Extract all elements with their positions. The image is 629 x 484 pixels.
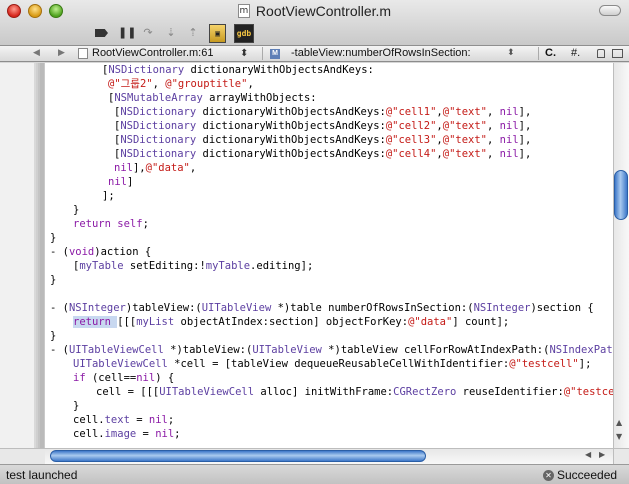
code-line-text[interactable]: return [[[myList objectAtIndex:section] …: [73, 315, 509, 329]
status-bar: test launched ✕ Succeeded: [0, 464, 629, 484]
build-result[interactable]: Succeeded: [557, 468, 617, 482]
code-line-text[interactable]: cell.text = nil;: [73, 413, 174, 427]
code-line-text[interactable]: }: [73, 399, 79, 413]
symbol-popup[interactable]: -tableView:numberOfRowsInSection:: [291, 46, 471, 61]
file-popup-arrows-icon[interactable]: ⬍: [240, 46, 248, 61]
code-line-text[interactable]: [NSDictionary dictionaryWithObjectsAndKe…: [114, 119, 531, 133]
window-title-area: m RootViewController.m: [0, 2, 629, 20]
code-line-text[interactable]: - (UITableViewCell *)tableView:(UITableV…: [50, 343, 613, 357]
code-editor[interactable]: [NSDictionary dictionaryWithObjectsAndKe…: [45, 63, 613, 448]
step-into-icon[interactable]: ⇡: [186, 24, 200, 42]
code-line-text[interactable]: nil]: [108, 175, 133, 189]
window-title: RootViewController.m: [255, 2, 392, 19]
code-line-text[interactable]: return self;: [73, 217, 149, 231]
code-line-text[interactable]: nil],@"data",: [114, 161, 196, 175]
toolbar-toggle-button[interactable]: [599, 5, 621, 16]
lock-icon[interactable]: [597, 49, 605, 58]
code-line-text[interactable]: [NSDictionary dictionaryWithObjectsAndKe…: [114, 133, 531, 147]
breakpoints-icon[interactable]: [93, 24, 109, 42]
symbol-popup-arrows-icon[interactable]: ⬍: [507, 46, 515, 61]
code-line-text[interactable]: cell = [[[UITableViewCell alloc] initWit…: [96, 385, 613, 399]
code-line-text[interactable]: - (void)action {: [50, 245, 151, 259]
debugger-activity-icon[interactable]: ▣: [209, 24, 226, 43]
bookmarks-menu[interactable]: #.: [571, 46, 580, 61]
code-line-text[interactable]: }: [50, 231, 56, 245]
vertical-scroll-thumb[interactable]: [614, 170, 628, 220]
scroll-corner: [613, 448, 629, 464]
xcode-window: m RootViewController.m ❚❚ ↷ ⇣ ⇡ ▣ gdb ◀ ▶…: [0, 0, 629, 484]
code-line-text[interactable]: [NSDictionary dictionaryWithObjectsAndKe…: [114, 105, 531, 119]
code-line-text[interactable]: if (cell==nil) {: [73, 371, 174, 385]
history-back-icon[interactable]: ◀: [33, 46, 40, 61]
includes-menu[interactable]: C.: [545, 46, 556, 61]
document-icon: m: [237, 3, 250, 18]
method-badge-icon: M: [270, 49, 280, 59]
horizontal-scroll-thumb[interactable]: [50, 450, 426, 462]
gutter-corner: [0, 448, 45, 464]
code-line-text[interactable]: UITableViewCell *cell = [tableView deque…: [73, 357, 591, 371]
file-icon: [78, 48, 88, 59]
code-line-text[interactable]: @"그룹2", @"grouptitle",: [108, 77, 254, 91]
file-popup[interactable]: RootViewController.m:61: [92, 46, 213, 61]
code-folding-ribbon[interactable]: [34, 63, 44, 448]
build-status-icon[interactable]: ✕: [543, 470, 554, 481]
status-message: test launched: [6, 468, 78, 482]
code-line-text[interactable]: cell.image = nil;: [73, 427, 180, 441]
code-line-text[interactable]: }: [50, 273, 56, 287]
history-forward-icon[interactable]: ▶: [58, 46, 65, 61]
code-line-text[interactable]: ];: [102, 189, 115, 203]
split-editor-icon[interactable]: [612, 49, 623, 58]
title-bar: m RootViewController.m ❚❚ ↷ ⇣ ⇡ ▣ gdb: [0, 0, 629, 46]
vertical-scrollbar[interactable]: [613, 63, 629, 448]
code-line-text[interactable]: [NSDictionary dictionaryWithObjectsAndKe…: [102, 63, 374, 77]
scroll-left-icon[interactable]: ◀: [585, 450, 591, 459]
code-line-text[interactable]: }: [50, 329, 56, 343]
code-line-text[interactable]: [NSMutableArray arrayWithObjects:: [108, 91, 317, 105]
code-line-text[interactable]: [NSDictionary dictionaryWithObjectsAndKe…: [114, 147, 531, 161]
scroll-right-icon[interactable]: ▶: [599, 450, 605, 459]
continue-icon[interactable]: ↷: [140, 24, 156, 42]
nav-divider: [538, 47, 539, 60]
code-line-text[interactable]: }: [73, 203, 79, 217]
scroll-up-icon[interactable]: ▲: [616, 418, 622, 427]
scroll-down-icon[interactable]: ▼: [616, 432, 622, 441]
gdb-console-icon[interactable]: gdb: [234, 24, 254, 43]
code-line-text[interactable]: - (NSInteger)tableView:(UITableView *)ta…: [50, 301, 594, 315]
pause-icon[interactable]: ❚❚: [118, 24, 136, 42]
nav-divider: [262, 47, 263, 60]
code-line-text[interactable]: [myTable setEditing:!myTable.editing];: [73, 259, 313, 273]
step-over-icon[interactable]: ⇣: [164, 24, 178, 42]
navigation-bar: ◀ ▶ RootViewController.m:61 ⬍ M -tableVi…: [0, 46, 629, 62]
